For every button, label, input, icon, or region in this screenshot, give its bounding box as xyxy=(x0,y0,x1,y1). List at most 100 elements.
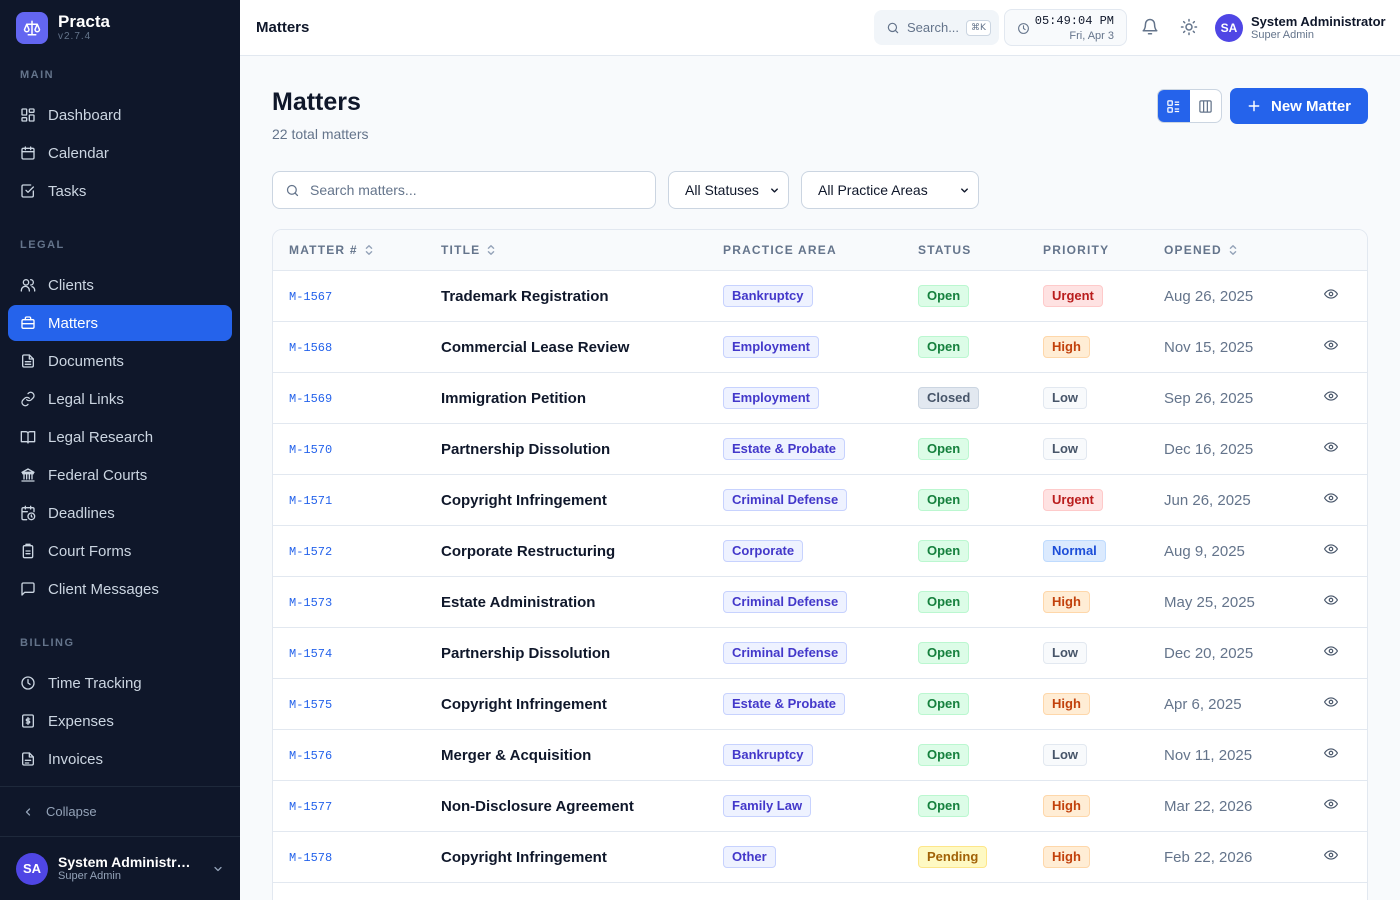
sidebar-item-label: Matters xyxy=(48,314,99,332)
status-filter-select[interactable]: All Statuses xyxy=(668,171,789,209)
sidebar-item-time-tracking[interactable]: Time Tracking xyxy=(8,665,232,701)
sidebar-item-clients[interactable]: Clients xyxy=(8,267,232,303)
topbar-user-menu[interactable]: SA System Administrator Super Admin xyxy=(1215,14,1386,42)
table-row[interactable]: M-1569 Immigration Petition Employment Clos… xyxy=(273,373,1367,424)
practice-area-badge: Other xyxy=(723,846,776,868)
opened-date: Feb 22, 2026 xyxy=(1164,848,1253,866)
matter-number-link[interactable]: M-1574 xyxy=(289,645,332,661)
sidebar-item-legal-research[interactable]: Legal Research xyxy=(8,419,232,455)
sidebar-user-menu[interactable]: SA System Administrator Super Admin xyxy=(0,836,240,900)
table-row[interactable]: M-1567 Trademark Registration Bankruptcy Op… xyxy=(273,271,1367,322)
table-row[interactable]: M-1578 Copyright Infringement Other Pending… xyxy=(273,832,1367,883)
column-header-opened[interactable]: OPENED xyxy=(1164,243,1238,257)
notifications-button[interactable] xyxy=(1141,18,1159,41)
matter-number-link[interactable]: M-1575 xyxy=(289,696,332,712)
matter-number-link[interactable]: M-1576 xyxy=(289,747,332,763)
global-search-button[interactable]: Search... ⌘K xyxy=(874,10,999,45)
matter-title: Copyright Infringement xyxy=(441,491,607,509)
matter-number-link[interactable]: M-1571 xyxy=(289,492,332,508)
status-badge: Open xyxy=(918,795,970,817)
view-matter-button[interactable] xyxy=(1324,440,1338,459)
view-matter-button[interactable] xyxy=(1324,287,1338,306)
search-icon xyxy=(887,22,899,33)
sidebar-item-matters[interactable]: Matters xyxy=(8,305,232,341)
matter-number-link[interactable]: M-1577 xyxy=(289,798,332,814)
sidebar-item-legal-links[interactable]: Legal Links xyxy=(8,381,232,417)
matter-number-link[interactable]: M-1568 xyxy=(289,339,332,355)
opened-date: Sep 26, 2025 xyxy=(1164,389,1254,407)
sidebar-item-expenses[interactable]: Expenses xyxy=(8,703,232,739)
collapse-button[interactable]: Collapse xyxy=(0,786,240,836)
brand[interactable]: Practa v2.7.4 xyxy=(16,12,110,44)
column-header-title[interactable]: TITLE xyxy=(441,243,496,257)
sidebar-item-client-messages[interactable]: Client Messages xyxy=(8,571,232,607)
eye-icon xyxy=(1324,849,1338,860)
board-view-button[interactable] xyxy=(1190,90,1222,122)
view-matter-button[interactable] xyxy=(1324,644,1338,663)
users-icon xyxy=(20,279,36,292)
practice-area-badge: Estate & Probate xyxy=(723,438,846,460)
receipt-icon xyxy=(22,714,34,728)
sidebar-item-tasks[interactable]: Tasks xyxy=(8,173,232,209)
matter-number-link[interactable]: M-1567 xyxy=(289,288,332,304)
matter-number-link[interactable]: M-1572 xyxy=(289,543,332,559)
table-row[interactable]: M-1576 Merger & Acquisition Bankruptcy Open… xyxy=(273,730,1367,781)
practice-area-badge: Corporate xyxy=(723,540,804,562)
list-view-icon xyxy=(1167,99,1180,113)
priority-badge: Urgent xyxy=(1043,489,1103,511)
matter-number-link[interactable]: M-1569 xyxy=(289,390,332,406)
view-matter-button[interactable] xyxy=(1324,593,1338,612)
clock-icon xyxy=(1018,23,1029,34)
sidebar-item-documents[interactable]: Documents xyxy=(8,343,232,379)
sidebar-item-deadlines[interactable]: Deadlines xyxy=(8,495,232,531)
table-row[interactable]: M-1577 Non-Disclosure Agreement Family Law… xyxy=(273,781,1367,832)
sidebar-item-trust-ledger[interactable]: Trust Ledger xyxy=(8,779,232,786)
matter-number-link[interactable]: M-1573 xyxy=(289,594,332,610)
clipboard-icon xyxy=(22,543,34,559)
sidebar-item-dashboard[interactable]: Dashboard xyxy=(8,97,232,133)
matter-number-link[interactable]: M-1570 xyxy=(289,441,332,457)
sidebar-item-calendar[interactable]: Calendar xyxy=(8,135,232,171)
table-row[interactable]: M-1575 Copyright Infringement Estate & Pro… xyxy=(273,679,1367,730)
sidebar-item-federal-courts[interactable]: Federal Courts xyxy=(8,457,232,493)
view-matter-button[interactable] xyxy=(1324,797,1338,816)
sidebar-item-court-forms[interactable]: Court Forms xyxy=(8,533,232,569)
view-matter-button[interactable] xyxy=(1324,338,1338,357)
view-matter-button[interactable] xyxy=(1324,542,1338,561)
list-view-button[interactable] xyxy=(1158,90,1190,122)
sidebar-item-label: Deadlines xyxy=(48,504,115,522)
new-matter-button[interactable]: New Matter xyxy=(1230,88,1368,124)
clock-widget: 05:49:04 PM Fri, Apr 3 xyxy=(1004,9,1127,46)
table-row[interactable]: M-1570 Partnership Dissolution Estate & Pr… xyxy=(273,424,1367,475)
table-row[interactable]: M-1572 Corporate Restructuring Corporate Op… xyxy=(273,526,1367,577)
matter-title: Partnership Dissolution xyxy=(441,644,611,662)
opened-date: Dec 16, 2025 xyxy=(1164,440,1254,458)
column-header-matter[interactable]: MATTER # xyxy=(289,243,374,257)
view-matter-button[interactable] xyxy=(1324,848,1338,867)
table-row[interactable]: M-1571 Copyright Infringement Criminal Def… xyxy=(273,475,1367,526)
table-row[interactable]: M-1573 Estate Administration Criminal Defe… xyxy=(273,577,1367,628)
sidebar-item-label: Legal Links xyxy=(48,390,124,408)
sidebar-item-label: Federal Courts xyxy=(48,466,148,484)
view-matter-button[interactable] xyxy=(1324,695,1338,714)
practice-area-badge: Estate & Probate xyxy=(723,693,846,715)
theme-toggle-button[interactable] xyxy=(1180,18,1198,41)
view-matter-button[interactable] xyxy=(1324,746,1338,765)
priority-badge: Normal xyxy=(1043,540,1106,562)
page-title: Matters xyxy=(272,88,361,116)
view-matter-button[interactable] xyxy=(1324,491,1338,510)
matter-number-link[interactable]: M-1578 xyxy=(289,849,332,865)
view-matter-button[interactable] xyxy=(1324,389,1338,408)
topbar-user-role: Super Admin xyxy=(1251,28,1314,41)
dashboard-icon xyxy=(21,108,35,122)
sidebar-item-invoices[interactable]: Invoices xyxy=(8,741,232,777)
matters-search-input[interactable] xyxy=(310,182,630,198)
practice-area-filter-select[interactable]: All Practice Areas xyxy=(801,171,979,209)
table-row[interactable]: M-1568 Commercial Lease Review Employment O… xyxy=(273,322,1367,373)
status-badge: Closed xyxy=(918,387,980,409)
matter-title: Merger & Acquisition xyxy=(441,746,592,764)
matter-title: Copyright Infringement xyxy=(441,695,607,713)
priority-badge: High xyxy=(1043,846,1090,868)
column-header-label: MATTER # xyxy=(289,243,358,257)
table-row[interactable]: M-1574 Partnership Dissolution Criminal De… xyxy=(273,628,1367,679)
